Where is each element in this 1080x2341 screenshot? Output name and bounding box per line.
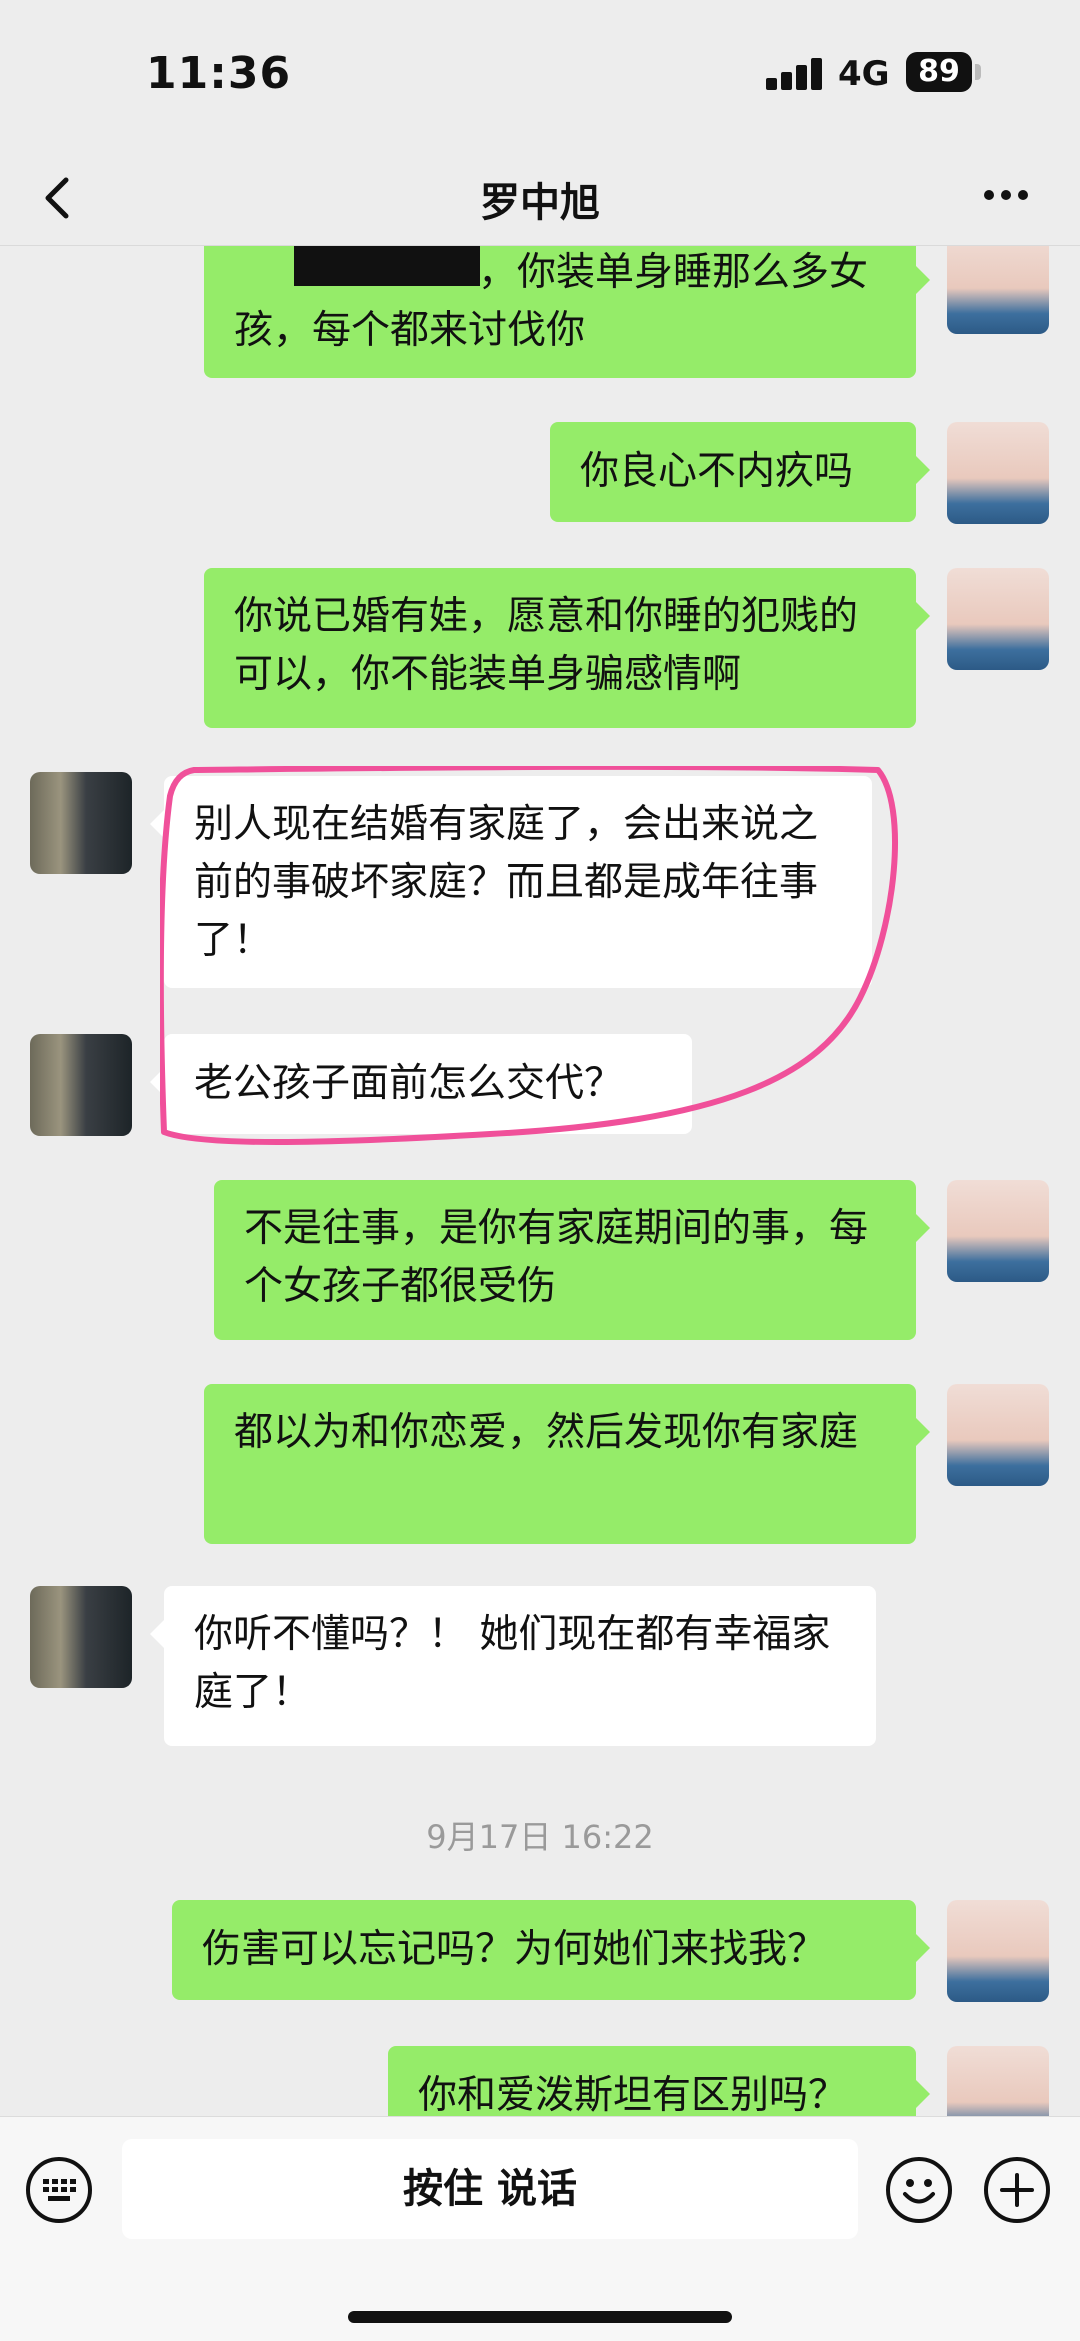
chat-screen: 11:36 4G 89 罗中旭 ，你装单身睡那么多女孩，每个都来讨伐你 你良心不… bbox=[0, 0, 1080, 2341]
avatar[interactable] bbox=[30, 1034, 132, 1136]
avatar[interactable] bbox=[947, 2046, 1049, 2116]
home-indicator[interactable] bbox=[348, 2311, 732, 2323]
status-time: 11:36 bbox=[146, 48, 292, 99]
message-bubble-sent[interactable]: 不是往事，是你有家庭期间的事，每个女孩子都很受伤 bbox=[214, 1180, 930, 1340]
message-bubble-sent[interactable]: 你和爱泼斯坦有区别吗？ bbox=[388, 2046, 930, 2116]
avatar[interactable] bbox=[947, 1900, 1049, 2002]
message-bubble-sent[interactable]: 伤害可以忘记吗？为何她们来找我？ bbox=[172, 1900, 930, 2000]
avatar[interactable] bbox=[947, 422, 1049, 524]
nav-bar: 罗中旭 bbox=[0, 150, 1080, 246]
message-text: 不是往事，是你有家庭期间的事，每个女孩子都很受伤 bbox=[244, 1206, 869, 1309]
message-text: 你良心不内疚吗 bbox=[580, 449, 854, 494]
network-type: 4G bbox=[838, 54, 890, 94]
status-bar: 11:36 4G 89 bbox=[0, 0, 1080, 150]
message-text: 你和爱泼斯坦有区别吗？ bbox=[418, 2073, 848, 2116]
plus-icon[interactable] bbox=[984, 2157, 1050, 2223]
chat-title: 罗中旭 bbox=[480, 180, 600, 226]
avatar[interactable] bbox=[947, 568, 1049, 670]
message-text: 老公孩子面前怎么交代？ bbox=[194, 1061, 624, 1106]
message-text: 伤害可以忘记吗？为何她们来找我？ bbox=[202, 1927, 827, 1972]
redaction-block bbox=[294, 246, 480, 286]
message-timestamp: 9月17日 16:22 bbox=[426, 1818, 654, 1856]
battery-tip bbox=[975, 64, 981, 80]
message-text: 别人现在结婚有家庭了，会出来说之前的事破坏家庭？而且都是成年往事了！ bbox=[194, 802, 819, 963]
input-bar: 按住 说话 bbox=[0, 2116, 1080, 2341]
avatar[interactable] bbox=[30, 772, 132, 874]
message-text: 都以为和你恋爱，然后发现你有家庭 bbox=[234, 1410, 859, 1455]
avatar[interactable] bbox=[30, 1586, 132, 1688]
message-text: 你说已婚有娃，愿意和你睡的犯贱的可以，你不能装单身骗感情啊 bbox=[234, 594, 859, 697]
signal-icon bbox=[766, 58, 822, 90]
message-text: 你听不懂吗？！ 她们现在都有幸福家庭了！ bbox=[194, 1612, 831, 1715]
message-bubble-received[interactable]: 别人现在结婚有家庭了，会出来说之前的事破坏家庭？而且都是成年往事了！ bbox=[150, 776, 872, 988]
hold-to-talk-button[interactable]: 按住 说话 bbox=[122, 2139, 858, 2239]
message-bubble-received[interactable]: 老公孩子面前怎么交代？ bbox=[150, 1034, 692, 1134]
keyboard-icon[interactable] bbox=[26, 2157, 92, 2223]
battery-icon: 89 bbox=[906, 52, 972, 92]
message-bubble-sent[interactable]: 你良心不内疚吗 bbox=[550, 422, 930, 522]
avatar[interactable] bbox=[947, 246, 1049, 334]
more-dots-icon[interactable] bbox=[976, 176, 1036, 216]
message-bubble-sent[interactable]: 你说已婚有娃，愿意和你睡的犯贱的可以，你不能装单身骗感情啊 bbox=[204, 568, 930, 728]
avatar[interactable] bbox=[947, 1384, 1049, 1486]
message-bubble-sent[interactable]: 都以为和你恋爱，然后发现你有家庭 bbox=[204, 1384, 930, 1544]
emoji-icon[interactable] bbox=[886, 2157, 952, 2223]
message-bubble-received[interactable]: 你听不懂吗？！ 她们现在都有幸福家庭了！ bbox=[150, 1586, 876, 1746]
message-list[interactable]: ，你装单身睡那么多女孩，每个都来讨伐你 你良心不内疚吗 你说已婚有娃，愿意和你睡… bbox=[0, 246, 1080, 2116]
avatar[interactable] bbox=[947, 1180, 1049, 1282]
